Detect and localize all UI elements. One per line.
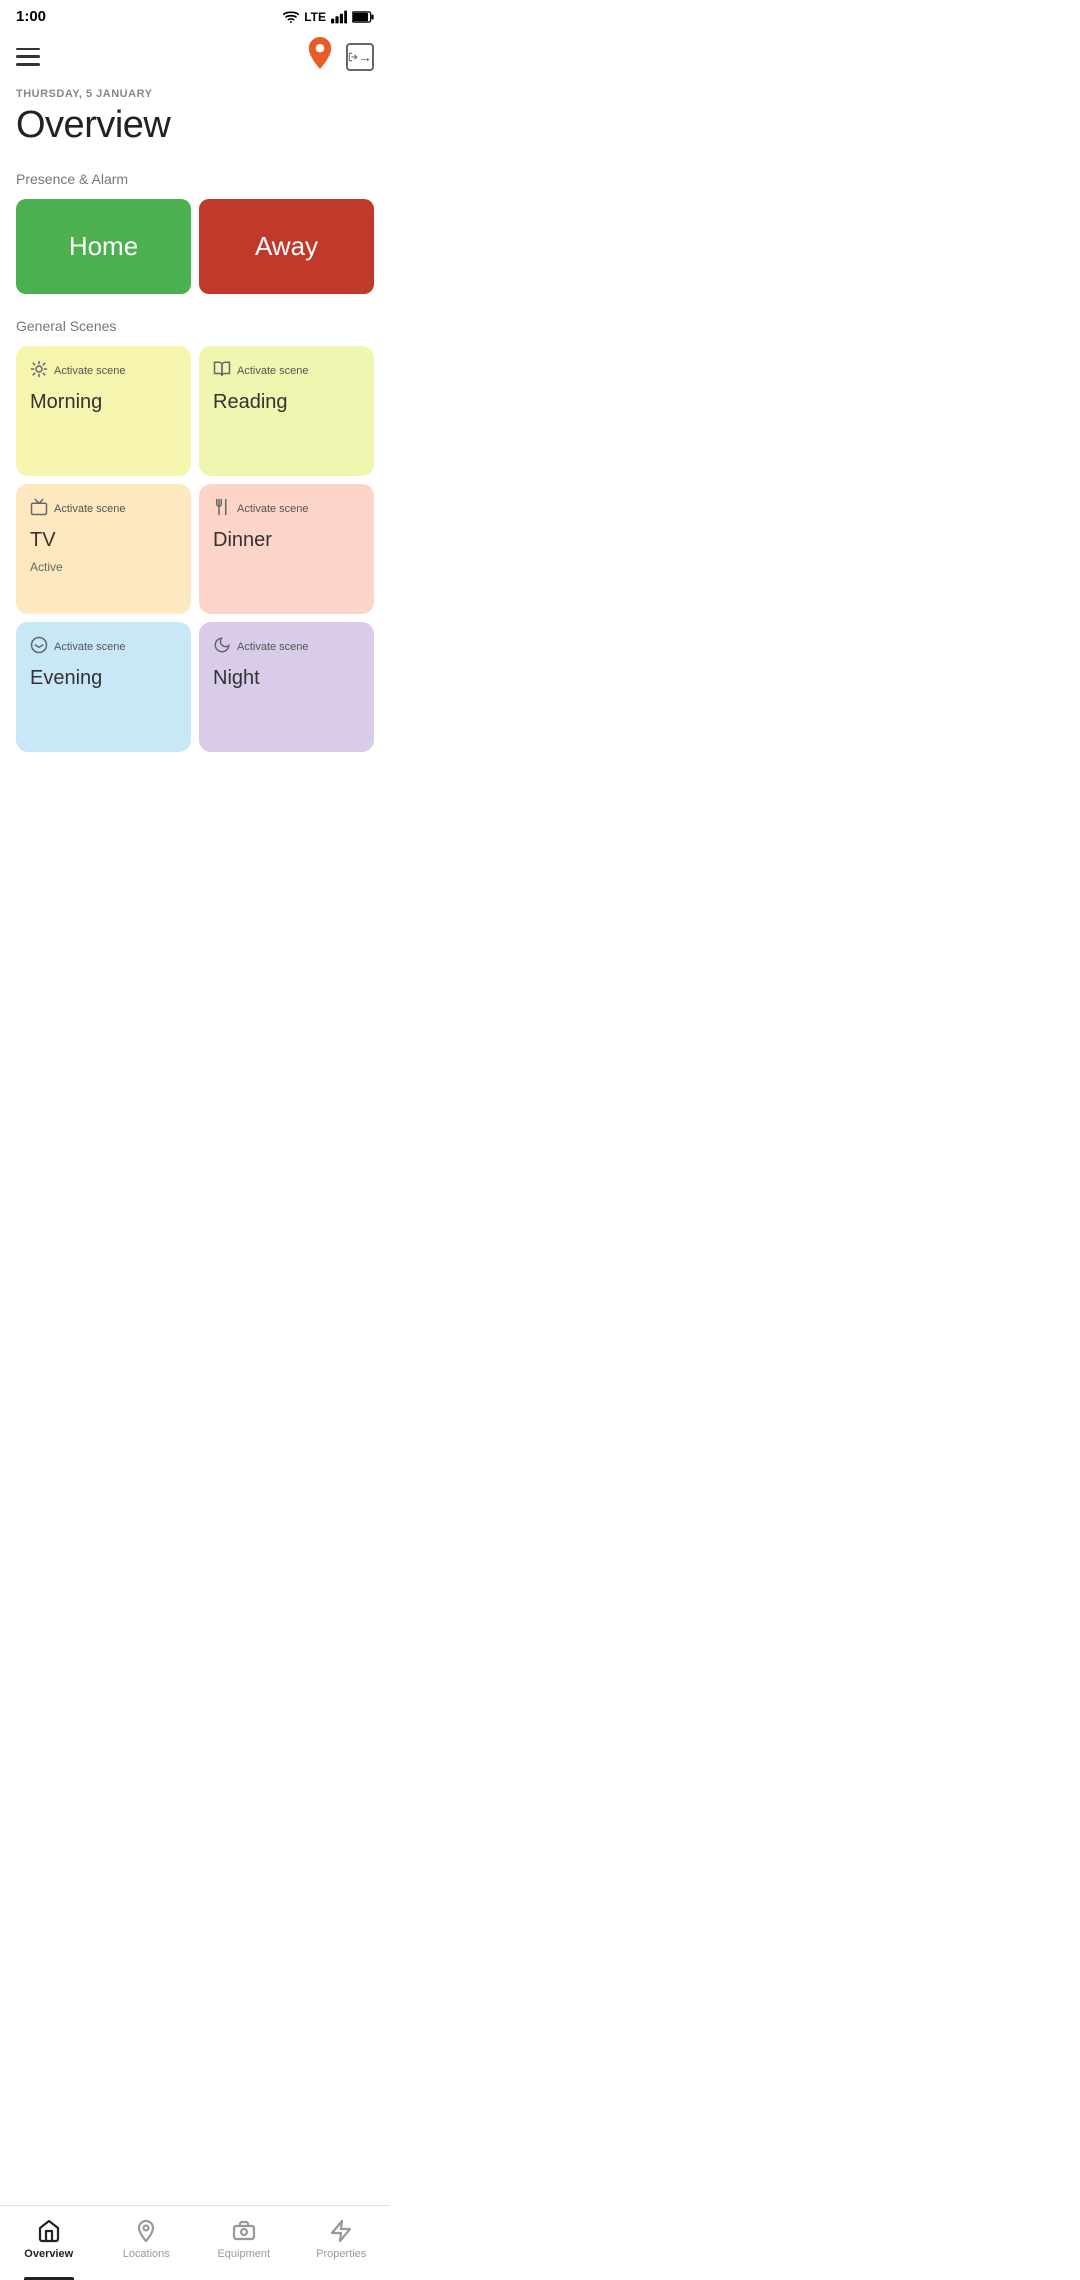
nav-overview-icon bbox=[36, 2218, 62, 2244]
sun-icon bbox=[30, 360, 48, 381]
scene-tv-status: Active bbox=[30, 560, 177, 574]
location-pin-icon[interactable] bbox=[306, 37, 334, 76]
nav-equipment-icon bbox=[231, 2218, 257, 2244]
scene-card-reading[interactable]: Activate scene Reading bbox=[199, 346, 374, 476]
header-actions bbox=[306, 37, 374, 76]
battery-icon bbox=[352, 11, 374, 23]
scene-morning-label: Activate scene bbox=[30, 360, 177, 381]
nav-properties-label: Properties bbox=[316, 2248, 366, 2260]
scene-reading-name: Reading bbox=[213, 391, 360, 414]
status-bar: 1:00 LTE bbox=[0, 0, 390, 29]
scene-night-name: Night bbox=[213, 667, 360, 690]
nav-locations[interactable]: Locations bbox=[98, 2214, 196, 2264]
scene-morning-name: Morning bbox=[30, 391, 177, 414]
scene-card-morning[interactable]: Activate scene Morning bbox=[16, 346, 191, 476]
nav-overview[interactable]: Overview bbox=[0, 2214, 98, 2264]
signout-button[interactable] bbox=[346, 43, 374, 71]
away-button[interactable]: Away bbox=[199, 199, 374, 294]
scene-dinner-label: Activate scene bbox=[213, 498, 360, 519]
nav-overview-label: Overview bbox=[24, 2248, 73, 2260]
menu-button[interactable] bbox=[16, 48, 40, 66]
scene-card-night[interactable]: Activate scene Night bbox=[199, 622, 374, 752]
status-icons: LTE bbox=[283, 10, 374, 24]
home-button[interactable]: Home bbox=[16, 199, 191, 294]
wifi-icon bbox=[283, 11, 299, 23]
page-header: Thursday, 5 January Overview bbox=[0, 84, 390, 163]
app-header bbox=[0, 29, 390, 84]
nav-locations-label: Locations bbox=[123, 2248, 170, 2260]
evening-icon bbox=[30, 636, 48, 657]
scene-dinner-activate: Activate scene bbox=[237, 503, 309, 515]
scene-morning-activate: Activate scene bbox=[54, 365, 126, 377]
scene-reading-activate: Activate scene bbox=[237, 365, 309, 377]
scene-evening-activate: Activate scene bbox=[54, 641, 126, 653]
fork-icon bbox=[213, 498, 231, 519]
page-date: Thursday, 5 January bbox=[16, 88, 374, 100]
scene-card-evening[interactable]: Activate scene Evening bbox=[16, 622, 191, 752]
nav-locations-icon bbox=[133, 2218, 159, 2244]
signal-icon bbox=[331, 10, 347, 24]
nav-properties-icon bbox=[328, 2218, 354, 2244]
scene-tv-name: TV bbox=[30, 529, 177, 552]
bottom-navigation: Overview Locations Equipment Propert bbox=[0, 2205, 390, 2280]
nav-equipment[interactable]: Equipment bbox=[195, 2214, 293, 2264]
scene-reading-label: Activate scene bbox=[213, 360, 360, 381]
scene-evening-label: Activate scene bbox=[30, 636, 177, 657]
scene-card-tv[interactable]: Activate scene TV Active bbox=[16, 484, 191, 614]
presence-grid: Home Away bbox=[0, 199, 390, 310]
scene-tv-label: Activate scene bbox=[30, 498, 177, 519]
status-time: 1:00 bbox=[16, 8, 46, 25]
scenes-section-title: General Scenes bbox=[0, 310, 390, 346]
book-icon bbox=[213, 360, 231, 381]
scene-night-activate: Activate scene bbox=[237, 641, 309, 653]
tv-icon bbox=[30, 498, 48, 519]
scenes-grid: Activate scene Morning Activate scene Re… bbox=[0, 346, 390, 764]
scene-tv-activate: Activate scene bbox=[54, 503, 126, 515]
scene-night-label: Activate scene bbox=[213, 636, 360, 657]
presence-section-title: Presence & Alarm bbox=[0, 163, 390, 199]
nav-equipment-label: Equipment bbox=[217, 2248, 270, 2260]
scene-dinner-name: Dinner bbox=[213, 529, 360, 552]
scene-card-dinner[interactable]: Activate scene Dinner bbox=[199, 484, 374, 614]
lte-label: LTE bbox=[304, 10, 326, 24]
page-title: Overview bbox=[16, 104, 374, 147]
moon-icon bbox=[213, 636, 231, 657]
scene-evening-name: Evening bbox=[30, 667, 177, 690]
nav-properties[interactable]: Properties bbox=[293, 2214, 391, 2264]
